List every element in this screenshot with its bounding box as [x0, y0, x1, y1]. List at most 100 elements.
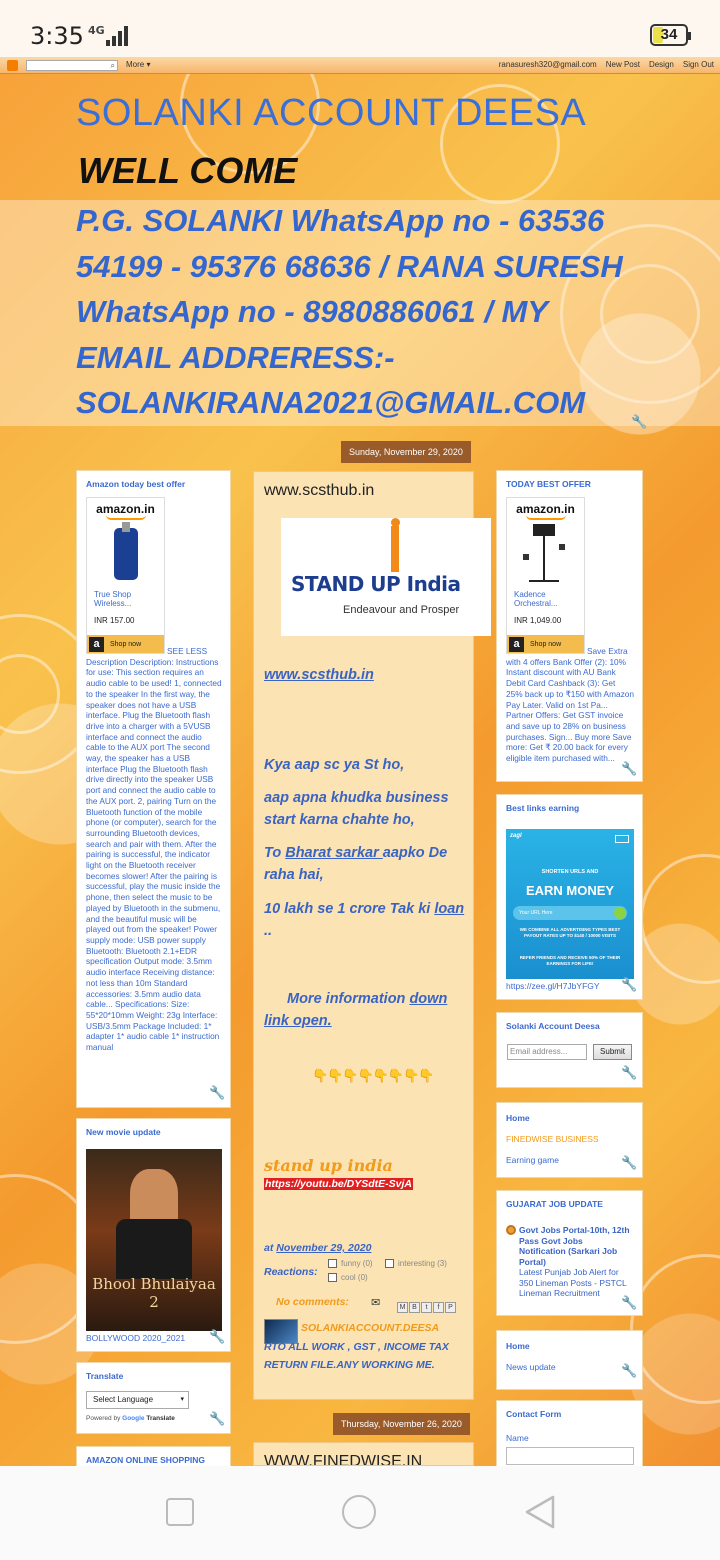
job-sub[interactable]: Latest Punjab Job Alert for 350 Lineman …: [519, 1267, 631, 1299]
checkbox[interactable]: [328, 1273, 337, 1283]
amazon-product-card[interactable]: amazon.in Kadence Orchestral... INR 1,04…: [506, 497, 585, 654]
youtube-link[interactable]: https://youtu.be/DYSdtE-SvjA: [264, 1178, 413, 1190]
go-button[interactable]: [614, 907, 626, 919]
search-icon[interactable]: ⌕: [111, 61, 115, 71]
url-input[interactable]: Your URL Here: [513, 906, 627, 920]
edit-wrench-icon[interactable]: 🔧: [621, 1065, 637, 1080]
edit-wrench-icon[interactable]: 🔧: [209, 1411, 225, 1426]
edit-wrench-icon[interactable]: 🔧: [621, 1363, 637, 1378]
amazon-product-card[interactable]: amazon.in True Shop Wireless... INR 157.…: [86, 497, 165, 654]
product-name[interactable]: True Shop Wireless...: [94, 590, 164, 608]
edit-wrench-icon[interactable]: 🔧: [621, 761, 637, 776]
page-link-finedwise[interactable]: FINEDWISE BUSINESS: [506, 1134, 599, 1144]
recents-button[interactable]: [166, 1498, 194, 1526]
blogger-logo-icon[interactable]: [7, 60, 18, 71]
bharat-sarkar-link[interactable]: Bharat sarkar: [285, 845, 383, 861]
post-line: Kya aap sc ya St ho,: [264, 757, 405, 773]
blog-icon[interactable]: B: [409, 1302, 420, 1313]
translate-widget: Translate Select Language ▾ Powered by Go…: [76, 1362, 231, 1434]
post-line: To Bharat sarkar aapko De raha hai,: [264, 845, 448, 883]
loan-link[interactable]: loan: [434, 901, 464, 917]
author-description: RTO ALL WORK , GST , INCOME TAX RETURN F…: [264, 1340, 449, 1372]
email-field[interactable]: Email address...: [507, 1044, 587, 1060]
sign-out-link[interactable]: Sign Out: [683, 60, 714, 69]
battery-level: 34: [660, 26, 678, 43]
job-headline[interactable]: Govt Jobs Portal-10th, 12th Pass Govt Jo…: [519, 1225, 631, 1267]
checkbox[interactable]: [385, 1259, 394, 1269]
edit-wrench-icon[interactable]: 🔧: [631, 414, 647, 429]
date-header: Thursday, November 26, 2020: [333, 1413, 470, 1435]
movie-caption[interactable]: BOLLYWOOD 2020_2021: [86, 1333, 185, 1343]
design-link[interactable]: Design: [649, 60, 674, 69]
author-name[interactable]: SOLANKIACCOUNT.DEESA: [301, 1322, 439, 1334]
name-label: Name: [506, 1433, 529, 1443]
widget-title: Amazon today best offer: [86, 479, 186, 489]
description-text: Description Description: Instructions fo…: [86, 656, 222, 1053]
menu-icon[interactable]: [615, 835, 629, 843]
pages-widget-2: Home News update 🔧: [496, 1330, 643, 1390]
google-logo: Google: [122, 1415, 145, 1422]
blog-header: SOLANKI ACCOUNT DEESA WELL COME P.G. SOL…: [0, 74, 720, 429]
reaction-funny[interactable]: funny (0): [328, 1259, 373, 1269]
search-input[interactable]: ⌕: [26, 60, 118, 71]
edit-wrench-icon[interactable]: 🔧: [209, 1085, 225, 1100]
scsthub-link[interactable]: www.scsthub.in: [264, 667, 374, 683]
best-offer-widget: TODAY BEST OFFER amazon.in Kadence Orche…: [496, 470, 643, 782]
page-link-home[interactable]: Home: [506, 1341, 530, 1351]
widget-title: TODAY BEST OFFER: [506, 479, 591, 489]
stand-up-india-banner[interactable]: STAND UP India Endeavour and Prosper: [281, 518, 491, 636]
clock: 3:35: [30, 22, 84, 50]
page-link-earning-game[interactable]: Earning game: [506, 1155, 559, 1165]
signal-icon: [106, 26, 128, 46]
banner-combine: WE COMBINE ALL ADVERTISING TYPES BEST PA…: [519, 927, 621, 938]
blog-post: www.scsthub.in STAND UP India Endeavour …: [253, 471, 491, 1400]
post-timestamp: at November 29, 2020: [264, 1242, 372, 1254]
subscribe-widget: Solanki Account Deesa Email address... S…: [496, 1012, 643, 1088]
product-image: [519, 524, 575, 584]
zagl-logo: zagl: [510, 833, 522, 839]
name-field[interactable]: [506, 1447, 634, 1465]
post-title[interactable]: www.scsthub.in: [264, 482, 374, 500]
facebook-icon[interactable]: f: [433, 1302, 444, 1313]
twitter-icon[interactable]: t: [421, 1302, 432, 1313]
edit-wrench-icon[interactable]: 🔧: [621, 1295, 637, 1310]
blog-title[interactable]: SOLANKI ACCOUNT DEESA: [76, 92, 586, 135]
edit-wrench-icon[interactable]: 🔧: [621, 977, 637, 992]
language-select[interactable]: Select Language ▾: [86, 1391, 189, 1409]
comments-link[interactable]: No comments:: [276, 1296, 349, 1308]
submit-button[interactable]: Submit: [593, 1044, 632, 1060]
post-line: More information down link open.: [264, 991, 448, 1029]
stand-up-text: stand up india: [264, 1156, 393, 1175]
reaction-interesting[interactable]: interesting (3): [385, 1259, 447, 1269]
edit-wrench-icon[interactable]: 🔧: [209, 1329, 225, 1344]
earning-link[interactable]: https://zee.gl/H7JbYFGY: [506, 981, 600, 991]
home-button[interactable]: [342, 1495, 376, 1529]
page-link-home[interactable]: Home: [506, 1113, 530, 1123]
post-date-link[interactable]: November 29, 2020: [276, 1242, 371, 1254]
post-title[interactable]: WWW.FINEDWISE.IN: [264, 1453, 422, 1465]
product-name[interactable]: Kadence Orchestral...: [514, 590, 584, 608]
see-less-link[interactable]: SEE LESS: [167, 646, 207, 656]
email-post-icon[interactable]: ✉: [371, 1296, 380, 1309]
movie-widget: New movie update Bhool Bhulaiyaa 2 BOLLY…: [76, 1118, 231, 1352]
back-button[interactable]: [523, 1494, 557, 1530]
account-email[interactable]: ranasuresh320@gmail.com: [499, 60, 597, 69]
checkbox[interactable]: [328, 1259, 337, 1269]
movie-poster[interactable]: Bhool Bhulaiyaa 2: [86, 1149, 222, 1331]
zagl-ad-banner[interactable]: zagl SHORTEN URLS AND EARN MONEY Your UR…: [506, 829, 634, 979]
page-link-news[interactable]: News update: [506, 1362, 556, 1372]
pages-widget: Home FINEDWISE BUSINESS Earning game 🔧: [496, 1102, 643, 1178]
poster-title: Bhool Bhulaiyaa 2: [92, 1275, 216, 1311]
edit-wrench-icon[interactable]: 🔧: [621, 1155, 637, 1170]
banner-subtitle: Endeavour and Prosper: [343, 604, 460, 616]
reaction-cool[interactable]: cool (0): [328, 1273, 368, 1283]
translate-link[interactable]: Translate: [146, 1415, 175, 1422]
new-post-link[interactable]: New Post: [606, 60, 640, 69]
more-menu[interactable]: More ▾: [126, 60, 150, 69]
pinterest-icon[interactable]: P: [445, 1302, 456, 1313]
battery-icon: 34: [650, 24, 691, 46]
android-nav-bar: [0, 1466, 720, 1560]
post-link[interactable]: www.scsthub.in: [264, 664, 469, 686]
widget-title: Solanki Account Deesa: [506, 1021, 600, 1031]
blogthis-icon[interactable]: M: [397, 1302, 408, 1313]
